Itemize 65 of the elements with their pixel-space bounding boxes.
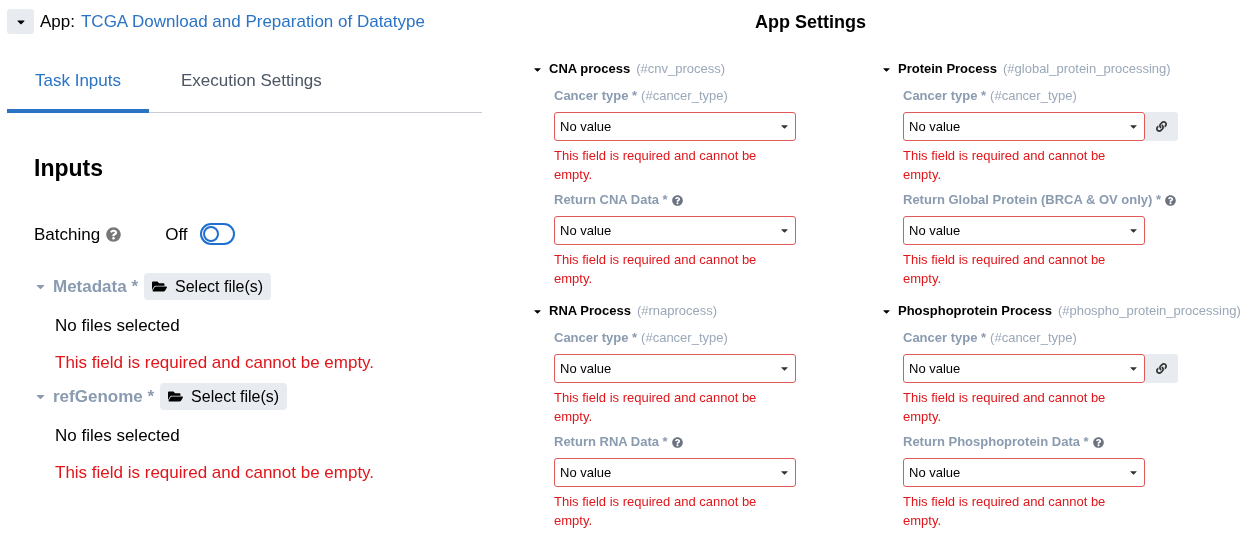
section-title: RNA Process (549, 302, 631, 321)
help-icon[interactable] (671, 194, 683, 206)
link-button[interactable] (1145, 354, 1178, 383)
error-message: This field is required and cannot be empty. (54, 351, 376, 374)
field-id: (#cancer_type) (990, 87, 1077, 106)
error-message: This field is required and cannot be empty. (903, 493, 1107, 530)
error-message: This field is required and cannot be empty. (903, 251, 1107, 288)
section-id: (#cnv_process) (636, 60, 726, 79)
section-id: (#global_protein_processing) (1003, 60, 1171, 79)
error-message: This field is required and cannot be empty. (554, 493, 758, 530)
settings-title: App Settings (755, 11, 866, 34)
help-icon[interactable] (106, 226, 122, 242)
field-label: Cancer type * (554, 329, 638, 348)
field-label: Return Global Protein (BRCA & OV only) * (903, 191, 1162, 210)
field-id: (#cancer_type) (641, 329, 728, 348)
app-name-link[interactable]: TCGA Download and Preparation of Datatype (81, 9, 425, 35)
help-icon[interactable] (671, 436, 683, 448)
select-field[interactable]: No value (903, 354, 1145, 383)
app-label: App: (40, 11, 75, 33)
select-field[interactable]: No value (903, 112, 1145, 141)
section-id: (#phospho_protein_processing) (1057, 302, 1241, 321)
help-icon[interactable] (1165, 194, 1177, 206)
file-status: No files selected (54, 315, 181, 337)
section-title: Protein Process (898, 60, 997, 79)
input-label: Metadata * (53, 275, 139, 298)
section-title: Phosphoprotein Process (898, 302, 1052, 321)
select-files-button[interactable]: Select file(s) (160, 383, 288, 410)
field-label: Cancer type * (554, 87, 638, 106)
select-field[interactable]: No value (903, 458, 1145, 487)
section-heading: Inputs (34, 154, 104, 183)
error-message: This field is required and cannot be empty. (554, 389, 758, 426)
section-title: CNA process (549, 60, 631, 79)
select-field[interactable]: No value (554, 112, 796, 141)
tab[interactable]: Execution Settings (149, 67, 354, 113)
help-icon[interactable] (1092, 436, 1104, 448)
tab[interactable]: Task Inputs (7, 67, 149, 113)
collapse-button[interactable] (7, 9, 34, 35)
error-message: This field is required and cannot be empty. (554, 251, 758, 288)
field-label: Cancer type * (903, 87, 987, 106)
select-files-button[interactable]: Select file(s) (144, 273, 272, 300)
error-message: This field is required and cannot be empty. (903, 389, 1107, 426)
field-label: Return Phosphoprotein Data * (903, 433, 1089, 452)
input-label: refGenome * (53, 385, 155, 408)
toggle-switch[interactable] (199, 223, 235, 246)
field-id: (#cancer_type) (641, 87, 728, 106)
link-icon (1156, 363, 1167, 374)
field-label: Return CNA Data * (554, 191, 668, 210)
select-field[interactable]: No value (554, 354, 796, 383)
field-label: Return RNA Data * (554, 433, 668, 452)
folder-icon (168, 389, 184, 404)
batching-label: Batching (34, 223, 101, 246)
select-field[interactable]: No value (554, 216, 796, 245)
select-field[interactable]: No value (903, 216, 1145, 245)
folder-icon (152, 279, 168, 294)
file-status: No files selected (54, 425, 181, 447)
error-message: This field is required and cannot be empty. (903, 147, 1107, 184)
link-button[interactable] (1145, 112, 1178, 141)
link-icon (1156, 121, 1167, 132)
error-message: This field is required and cannot be empty. (554, 147, 758, 184)
section-id: (#rnaprocess) (636, 302, 718, 321)
error-message: This field is required and cannot be empty. (54, 461, 376, 484)
field-label: Cancer type * (903, 329, 987, 348)
field-id: (#cancer_type) (990, 329, 1077, 348)
select-field[interactable]: No value (554, 458, 796, 487)
toggle-state: Off (165, 223, 188, 246)
